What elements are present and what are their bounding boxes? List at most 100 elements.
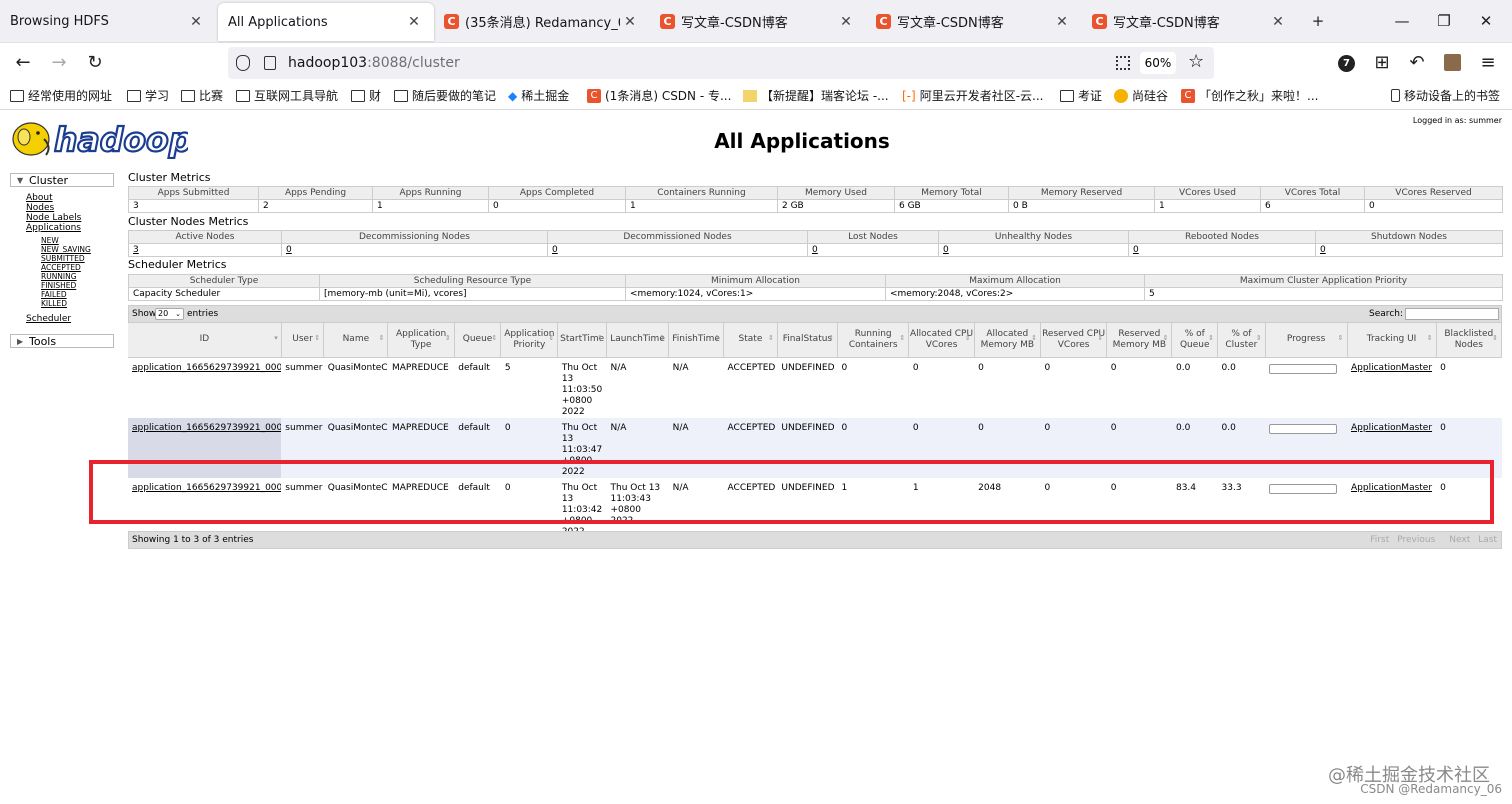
- column-header-user[interactable]: User ⇕: [281, 323, 325, 358]
- pager-next[interactable]: Next: [1449, 535, 1470, 545]
- app-state-link[interactable]: KILLED: [10, 299, 114, 308]
- close-tab-icon[interactable]: ✕: [186, 14, 206, 30]
- column-header-id[interactable]: ID ▾: [128, 323, 282, 358]
- close-window-icon[interactable]: ✕: [1473, 8, 1499, 34]
- close-tab-icon[interactable]: ✕: [620, 14, 640, 30]
- zoom-level[interactable]: 60%: [1140, 52, 1176, 74]
- entries-select[interactable]: 20 ⌄: [155, 308, 184, 320]
- app-id-link[interactable]: application_1665629739921_0002: [132, 423, 281, 433]
- column-header-mem[interactable]: Allocated Memory MB ⇕: [974, 323, 1041, 358]
- minimize-icon[interactable]: —: [1389, 8, 1415, 34]
- back-icon[interactable]: ←: [9, 49, 37, 77]
- qr-code-icon[interactable]: [1116, 56, 1130, 70]
- column-header-tracking[interactable]: Tracking UI ⇕: [1347, 323, 1437, 358]
- bookmark-13[interactable]: C 「创作之秋」来啦！...: [1181, 87, 1318, 104]
- bookmark-10[interactable]: [-] 阿里云开发者社区-云...: [902, 87, 1043, 104]
- bookmark-12[interactable]: 尚硅谷: [1114, 87, 1168, 104]
- app-state-link[interactable]: FAILED: [10, 290, 114, 299]
- column-header-rmem[interactable]: Reserved Memory MB ⇕: [1106, 323, 1173, 358]
- bookmark-8[interactable]: C (1条消息) CSDN - 专...: [587, 87, 731, 104]
- app-state-link[interactable]: ACCEPTED: [10, 263, 114, 272]
- bookmark-11[interactable]: 考证: [1060, 87, 1102, 104]
- column-header-pc[interactable]: % of Cluster ⇕: [1217, 323, 1266, 358]
- undo-icon[interactable]: ↶: [1403, 49, 1431, 77]
- reload-icon[interactable]: ↻: [81, 49, 109, 77]
- column-header-state[interactable]: State ⇕: [723, 323, 778, 358]
- app-state-link[interactable]: FINISHED: [10, 281, 114, 290]
- sidebar-link-applications[interactable]: Applications: [10, 223, 114, 233]
- app-state-link[interactable]: NEW_SAVING: [10, 245, 114, 254]
- bookmark-9[interactable]: 【新提醒】瑞客论坛 -...: [743, 87, 889, 104]
- search-input[interactable]: [1405, 308, 1499, 320]
- column-header-progress[interactable]: Progress ⇕: [1265, 323, 1348, 358]
- column-header-finish[interactable]: FinishTime ⇕: [668, 323, 725, 358]
- tab-3[interactable]: C (35条消息) Redamancy_06的✕: [434, 0, 650, 43]
- column-header-rcpu[interactable]: Reserved CPU VCores ⇕: [1040, 323, 1108, 358]
- sidebar-link-about[interactable]: About: [10, 193, 114, 203]
- tab-4[interactable]: C 写文章-CSDN博客 ✕: [650, 0, 866, 43]
- metric-link[interactable]: 0: [552, 245, 558, 255]
- column-header-cpu[interactable]: Allocated CPU VCores ⇕: [908, 323, 975, 358]
- bookmark-3[interactable]: 比赛: [181, 87, 223, 104]
- pager-last[interactable]: Last: [1478, 535, 1497, 545]
- metric-link[interactable]: 0: [286, 245, 292, 255]
- app-state-link[interactable]: NEW: [10, 236, 114, 245]
- tab-6[interactable]: C 写文章-CSDN博客 ✕: [1082, 0, 1298, 43]
- column-header-start[interactable]: StartTime ⇕: [557, 323, 607, 358]
- metric-link[interactable]: 3: [133, 245, 139, 255]
- extension-icon[interactable]: 7: [1338, 55, 1355, 72]
- forward-icon[interactable]: →: [45, 49, 73, 77]
- column-header-pq[interactable]: % of Queue ⇕: [1171, 323, 1219, 358]
- app-state-link[interactable]: SUBMITTED: [10, 254, 114, 263]
- avatar[interactable]: [1444, 54, 1461, 71]
- metric-link[interactable]: 0: [943, 245, 949, 255]
- tracking-link[interactable]: ApplicationMaster: [1351, 423, 1432, 433]
- tab-2[interactable]: All Applications ✕: [218, 3, 434, 41]
- pager-previous[interactable]: Previous: [1397, 535, 1435, 545]
- sidebar-link-scheduler[interactable]: Scheduler: [10, 314, 114, 324]
- bookmark-4[interactable]: 互联网工具导航: [236, 87, 338, 104]
- close-tab-icon[interactable]: ✕: [836, 14, 856, 30]
- column-header-type[interactable]: Application Type ⇕: [387, 323, 455, 358]
- column-header-final[interactable]: FinalStatus ⇕: [777, 323, 838, 358]
- bookmark-2[interactable]: 学习: [127, 87, 169, 104]
- metric-link[interactable]: 0: [812, 245, 818, 255]
- app-state-link[interactable]: RUNNING: [10, 272, 114, 281]
- column-header-blacklisted[interactable]: Blacklisted Nodes ⇕: [1436, 323, 1503, 358]
- column-header-queue[interactable]: Queue ⇕: [454, 323, 502, 358]
- column-header-name[interactable]: Name ⇕: [323, 323, 389, 358]
- close-tab-icon[interactable]: ✕: [1052, 14, 1072, 30]
- close-tab-icon[interactable]: ✕: [1268, 14, 1288, 30]
- search-label: Search:: [1369, 309, 1403, 319]
- tab-1[interactable]: Browsing HDFS ✕: [0, 0, 216, 43]
- pager-first[interactable]: First: [1370, 535, 1389, 545]
- menu-icon[interactable]: ≡: [1474, 49, 1502, 77]
- crop-icon[interactable]: ⊞: [1368, 49, 1396, 77]
- new-tab-button[interactable]: +: [1305, 8, 1331, 34]
- tab-5[interactable]: C 写文章-CSDN博客 ✕: [866, 0, 1082, 43]
- column-header-containers[interactable]: Running Containers ⇕: [837, 323, 910, 358]
- tracking-link[interactable]: ApplicationMaster: [1351, 363, 1432, 373]
- bookmark-1[interactable]: 经常使用的网址: [10, 87, 112, 104]
- restore-icon[interactable]: ❐: [1431, 8, 1457, 34]
- column-header-launch[interactable]: LaunchTime ⇕: [606, 323, 670, 358]
- url-text[interactable]: hadoop103:8088/cluster: [288, 47, 460, 79]
- bookmark-5[interactable]: 财: [351, 87, 381, 104]
- bookmark-7[interactable]: ◆ 稀土掘金: [508, 87, 569, 104]
- close-tab-icon[interactable]: ✕: [404, 14, 424, 30]
- lock-icon[interactable]: [264, 56, 276, 70]
- mobile-bookmarks[interactable]: 移动设备上的书签: [1391, 87, 1500, 104]
- tools-accordion[interactable]: ▶ Tools: [10, 334, 114, 348]
- column-header-priority[interactable]: Application Priority ⇕: [500, 323, 559, 358]
- cell-start: Thu Oct 13 11:03:50 +0800 2022: [557, 357, 607, 418]
- shield-icon[interactable]: [236, 55, 250, 71]
- sidebar-link-node-labels[interactable]: Node Labels: [10, 213, 114, 223]
- metric-link[interactable]: 0: [1320, 245, 1326, 255]
- metric-link[interactable]: 0: [1133, 245, 1139, 255]
- bookmark-6[interactable]: 随后要做的笔记: [394, 87, 496, 104]
- cluster-accordion[interactable]: ▼ Cluster: [10, 173, 114, 187]
- sidebar-link-nodes[interactable]: Nodes: [10, 203, 114, 213]
- address-bar[interactable]: hadoop103:8088/cluster 60% ☆: [228, 47, 1214, 79]
- star-icon[interactable]: ☆: [1188, 51, 1204, 72]
- app-id-link[interactable]: application_1665629739921_0003: [132, 363, 281, 373]
